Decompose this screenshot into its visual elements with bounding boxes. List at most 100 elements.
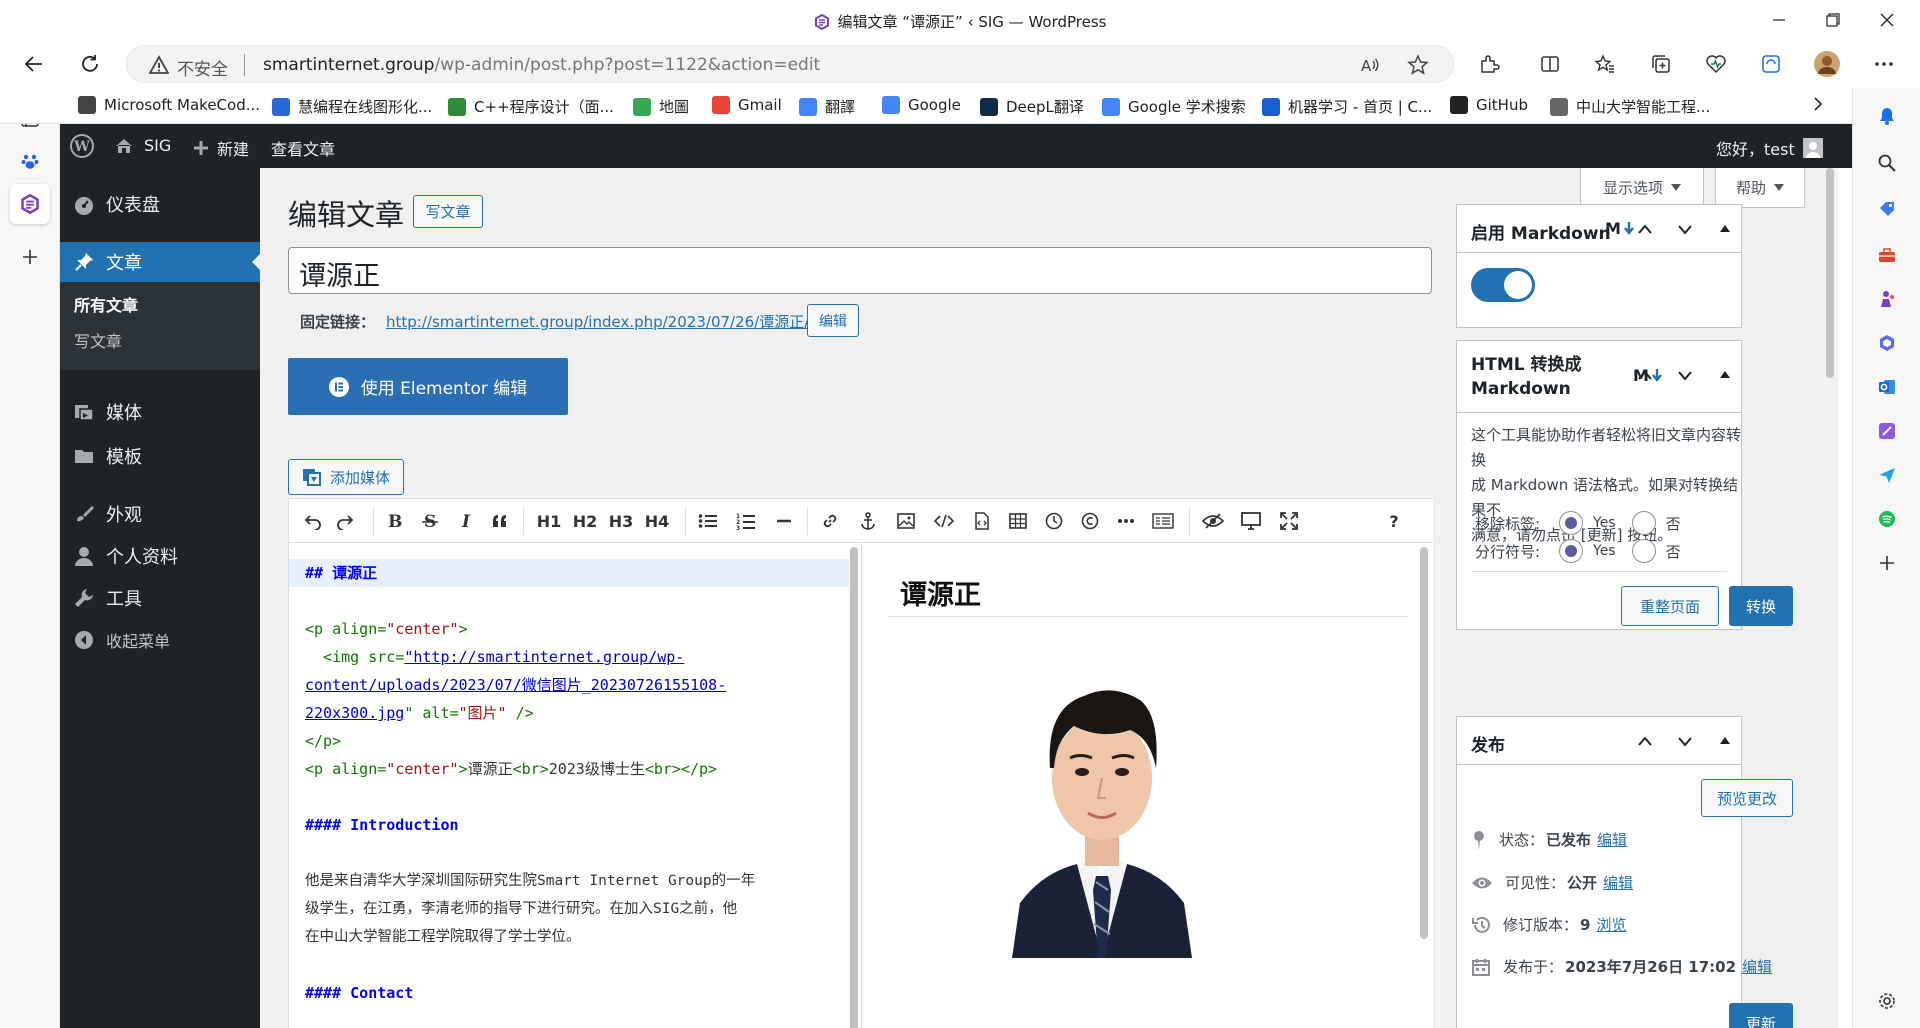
markdown-box-header[interactable]: 启用 Markdown M [1457, 205, 1741, 253]
table-icon[interactable] [1005, 509, 1031, 533]
bookmark-item[interactable]: 翻譯 [799, 96, 855, 117]
side-by-side-icon[interactable] [1237, 509, 1265, 533]
menu-posts[interactable]: 文章 [60, 242, 260, 282]
fullscreen-icon[interactable] [1275, 509, 1303, 533]
menu-dashboard[interactable]: 仪表盘 [60, 184, 260, 224]
heading2-button[interactable]: H2 [571, 509, 599, 533]
preview-changes-button[interactable]: 预览更改 [1701, 779, 1793, 817]
baidu-tab-icon[interactable] [15, 146, 45, 176]
collapse-triangle-icon[interactable] [1719, 223, 1731, 233]
minimize-button[interactable] [1764, 8, 1794, 32]
designer-icon[interactable] [1872, 416, 1902, 446]
html2md-box-header[interactable]: HTML 转换成 Markdown M [1457, 341, 1741, 413]
quote-icon[interactable] [487, 509, 513, 533]
move-down-icon[interactable] [1677, 223, 1693, 235]
post-title-input[interactable]: 谭源正 [288, 247, 1432, 294]
bookmark-item[interactable]: Google 学术搜索 [1102, 96, 1246, 117]
undo-icon[interactable] [301, 509, 325, 533]
strikethrough-icon[interactable]: S [417, 509, 443, 533]
menu-templates[interactable]: 模板 [60, 436, 260, 476]
revisions-browse-link[interactable]: 浏览 [1596, 914, 1626, 935]
menu-media[interactable]: 媒体 [60, 392, 260, 432]
refresh-button[interactable] [74, 48, 106, 80]
horizontal-rule-icon[interactable] [771, 509, 797, 533]
more-ellipsis-icon[interactable] [1113, 509, 1139, 533]
scrollbar-thumb[interactable] [1826, 168, 1834, 378]
adminbar-site[interactable]: SIG [114, 136, 171, 155]
move-down-icon[interactable] [1677, 735, 1693, 747]
collections-icon[interactable] [1645, 48, 1677, 80]
update-button[interactable]: 更新 [1729, 1003, 1793, 1028]
status-edit-link[interactable]: 编辑 [1597, 829, 1627, 850]
extensions-icon[interactable] [1473, 48, 1505, 80]
favorites-icon[interactable] [1589, 48, 1621, 80]
remove-tags-yes-radio[interactable] [1559, 511, 1583, 535]
search-icon[interactable] [1872, 148, 1902, 178]
edge-bar-icon[interactable] [1755, 48, 1787, 80]
profile-avatar[interactable] [1811, 48, 1843, 80]
clock-icon[interactable] [1041, 509, 1067, 533]
reset-page-button[interactable]: 重整页面 [1621, 586, 1719, 626]
preview-toggle-icon[interactable] [1199, 509, 1227, 533]
bookmark-item[interactable]: 慧编程在线图形化... [272, 96, 432, 117]
collapse-triangle-icon[interactable] [1719, 369, 1731, 379]
line-break-no-radio[interactable] [1631, 539, 1656, 563]
bookmark-item[interactable]: 中山大学智能工程... [1550, 96, 1710, 117]
markdown-toggle-switch[interactable] [1471, 268, 1535, 302]
address-bar[interactable]: 不安全 smartinternet.group/wp-admin/post.ph… [126, 45, 1454, 83]
move-up-icon[interactable] [1637, 369, 1653, 381]
games-icon[interactable] [1872, 284, 1902, 314]
add-media-button[interactable]: 添加媒体 [288, 459, 404, 495]
convert-button[interactable]: 转换 [1729, 586, 1793, 626]
adminbar-greeting[interactable]: 您好，test [1716, 136, 1823, 160]
permalink-link[interactable]: http://smartinternet.group/index.php/202… [386, 311, 809, 332]
editor-help-button[interactable]: ? [1381, 509, 1407, 533]
page-scrollbar[interactable] [1822, 168, 1838, 1028]
bookmark-item[interactable]: 机器学习 - 首页 | C... [1262, 96, 1432, 117]
warning-icon[interactable] [149, 55, 169, 75]
permalink-edit-button[interactable]: 编辑 [807, 304, 859, 337]
bookmark-item[interactable]: Gmail [712, 96, 782, 114]
back-button[interactable] [18, 48, 50, 80]
menu-tools[interactable]: 工具 [60, 578, 260, 618]
code-block-icon[interactable] [969, 509, 995, 533]
image-icon[interactable] [893, 509, 919, 533]
screen-options-button[interactable]: 显示选项 [1580, 168, 1704, 208]
elementor-edit-button[interactable]: 使用 Elementor 编辑 [288, 358, 568, 415]
adminbar-view-post[interactable]: 查看文章 [271, 136, 335, 160]
bold-icon[interactable]: B [381, 509, 407, 533]
bookmark-item[interactable]: DeepL翻译 [980, 96, 1084, 117]
microsoft365-icon[interactable] [1872, 328, 1902, 358]
move-down-icon[interactable] [1677, 369, 1693, 381]
spotify-icon[interactable] [1872, 504, 1902, 534]
maximize-button[interactable] [1818, 8, 1848, 32]
tools-icon[interactable] [1872, 240, 1902, 270]
collapse-triangle-icon[interactable] [1719, 735, 1731, 745]
adminbar-new[interactable]: 新建 [193, 136, 249, 160]
shopping-icon[interactable] [1872, 194, 1902, 224]
publish-box-header[interactable]: 发布 [1457, 717, 1741, 765]
bookmark-item[interactable]: GitHub [1450, 96, 1528, 114]
heading1-button[interactable]: H1 [535, 509, 563, 533]
send-icon[interactable] [1872, 460, 1902, 490]
notifications-icon[interactable] [1872, 101, 1902, 131]
url-text[interactable]: smartinternet.group/wp-admin/post.php?po… [263, 55, 820, 75]
split-screen-icon[interactable] [1534, 48, 1566, 80]
bookmark-item[interactable]: Google [882, 96, 961, 114]
submenu-write-post[interactable]: 写文章 [74, 328, 122, 352]
wordpress-logo-icon[interactable]: W [70, 134, 94, 158]
markdown-source[interactable]: ## 谭源正 <p align="center"> <img src="http… [289, 543, 849, 1028]
move-up-icon[interactable] [1637, 735, 1653, 747]
menu-profile[interactable]: 个人资料 [60, 536, 260, 576]
close-window-button[interactable] [1872, 8, 1902, 32]
copyright-icon[interactable] [1077, 509, 1103, 533]
redo-icon[interactable] [333, 509, 357, 533]
active-tab-icon[interactable] [10, 184, 50, 224]
preview-scrollbar[interactable] [1420, 547, 1428, 939]
outlook-icon[interactable] [1872, 372, 1902, 402]
move-up-icon[interactable] [1637, 223, 1653, 235]
bookmarks-overflow-icon[interactable] [1812, 96, 1824, 112]
numbered-list-icon[interactable]: 123 [733, 509, 759, 533]
browser-essentials-icon[interactable] [1700, 48, 1732, 80]
submenu-all-posts[interactable]: 所有文章 [74, 292, 138, 316]
